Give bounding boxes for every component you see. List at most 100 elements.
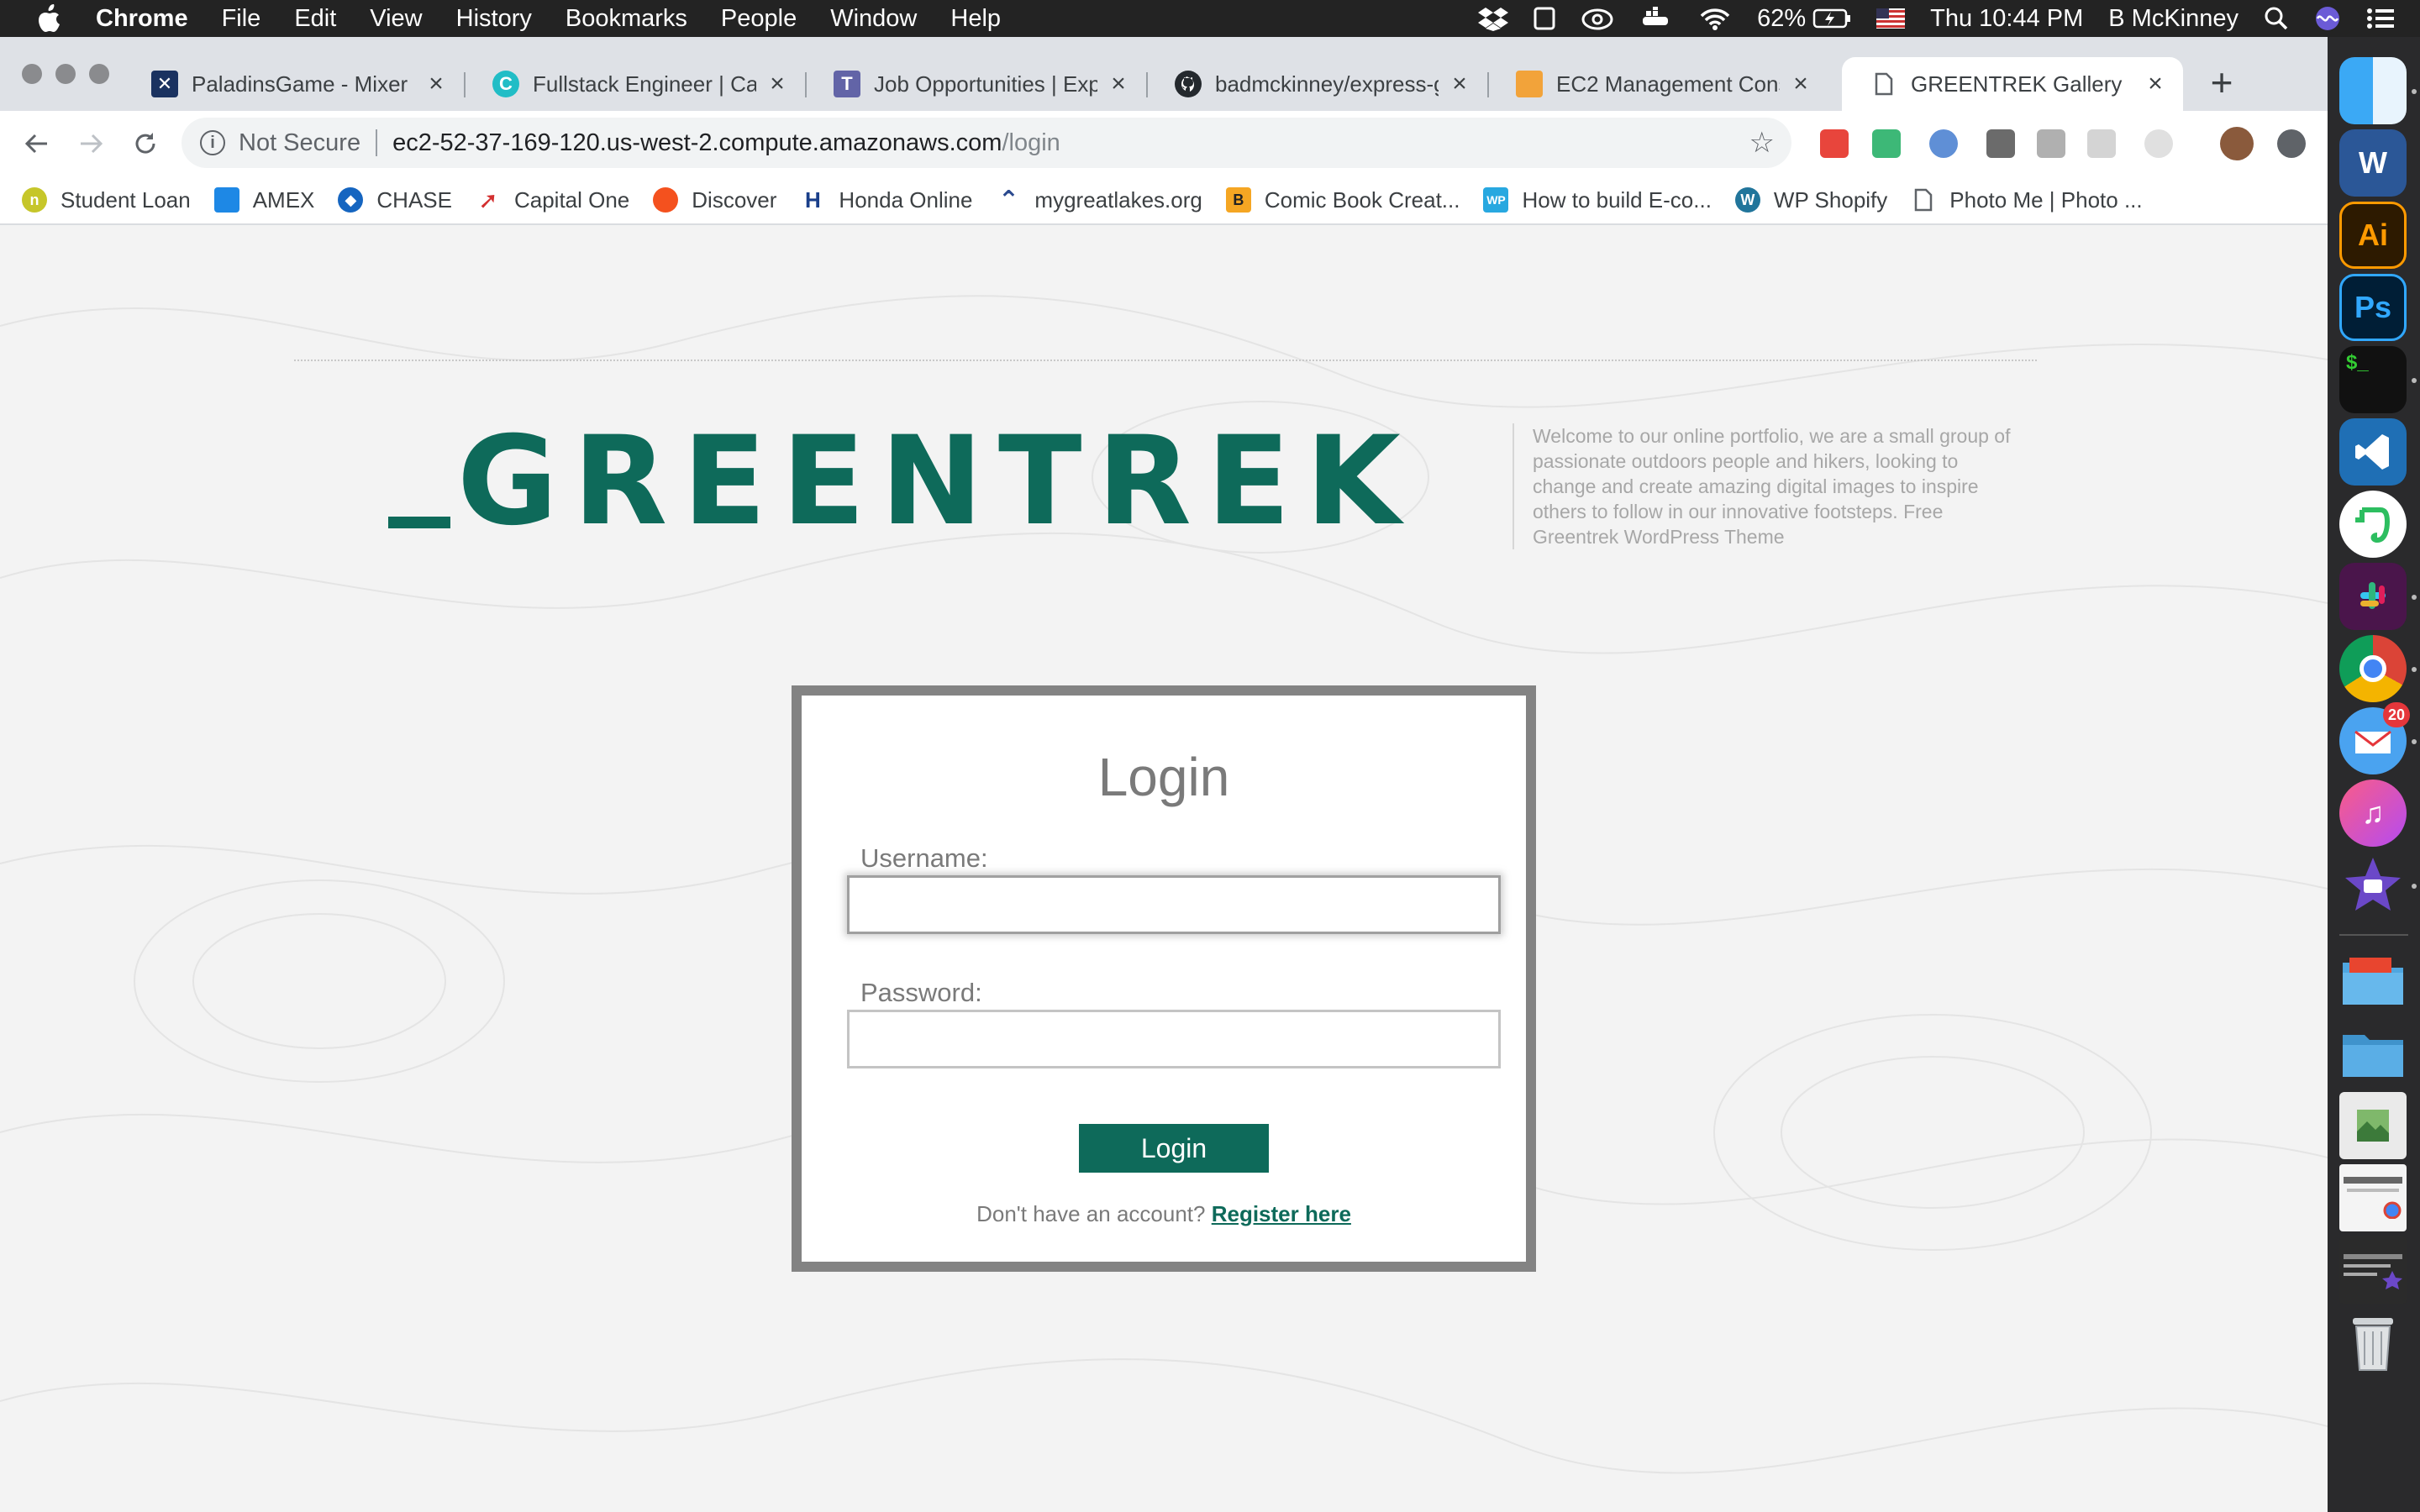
bookmark-discover[interactable]: Discover (653, 187, 776, 213)
tab-close-icon[interactable]: × (765, 70, 790, 97)
window-zoom-button[interactable] (89, 64, 109, 84)
tab-close-icon[interactable]: × (1447, 70, 1472, 97)
site-logo[interactable]: GREENTREK (388, 420, 1416, 543)
bookmark-wp-shopify[interactable]: W WP Shopify (1734, 186, 1888, 213)
vscode-icon[interactable] (2339, 418, 2407, 486)
tab-strip: ✕ PaladinsGame - Mixer × C Fullstack Eng… (0, 37, 2328, 111)
folder-icon[interactable] (2339, 1020, 2407, 1087)
dropbox-icon[interactable] (1478, 6, 1509, 31)
menu-app-name[interactable]: Chrome (96, 5, 188, 33)
extension-grid-icon[interactable] (2087, 129, 2116, 158)
window-close-button[interactable] (22, 64, 42, 84)
extension-grammarly-icon[interactable] (1872, 129, 1901, 158)
bookmark-capital-one[interactable]: ➚ Capital One (476, 187, 629, 213)
page-viewport[interactable]: GREENTREK Welcome to our online portfoli… (0, 225, 2328, 1512)
running-indicator (2412, 739, 2417, 744)
bookmark-photo-me[interactable]: Photo Me | Photo ... (1911, 187, 2143, 213)
running-indicator (2412, 667, 2417, 672)
comic-icon: B (1225, 187, 1251, 213)
chrome-window-icon[interactable] (2339, 1164, 2407, 1231)
imovie-icon[interactable] (2339, 852, 2407, 919)
bookmark-label: How to build E-co... (1522, 186, 1712, 213)
trash-icon[interactable] (2339, 1309, 2407, 1376)
display-icon[interactable] (1534, 7, 1555, 30)
clock[interactable]: Thu 10:44 PM (1930, 5, 2083, 33)
apple-menu-icon[interactable] (32, 2, 66, 35)
user-name[interactable]: B McKinney (2108, 5, 2238, 33)
preview-icon[interactable] (2339, 1092, 2407, 1159)
bookmark-mygreatlakes[interactable]: ⌃ mygreatlakes.org (996, 186, 1202, 214)
profile-avatar[interactable] (2220, 127, 2254, 160)
site-info-icon[interactable]: i (200, 130, 225, 155)
window-minimize-button[interactable] (55, 64, 76, 84)
battery-icon[interactable] (1812, 8, 1851, 29)
us-flag-icon[interactable] (1876, 8, 1906, 29)
airmail-icon[interactable]: 20 (2339, 702, 2410, 774)
tab-greentrek-gallery[interactable]: GREENTREK Gallery × (1842, 57, 2183, 111)
menu-history[interactable]: History (456, 5, 532, 33)
address-bar[interactable]: i Not Secure ec2-52-37-169-120.us-west-2… (182, 118, 1791, 168)
register-link[interactable]: Register here (1212, 1201, 1351, 1226)
terminal-icon[interactable]: $_ (2339, 346, 2407, 413)
tab-job-opportunities[interactable]: T Job Opportunities | Expl × (805, 57, 1146, 111)
extension-ublock-icon[interactable] (1929, 129, 1958, 158)
tab-title: EC2 Management Conso (1556, 71, 1780, 97)
illustrator-icon[interactable]: Ai (2339, 202, 2407, 269)
siri-icon[interactable] (2314, 5, 2341, 32)
spotlight-search-icon[interactable] (2264, 6, 2289, 31)
bookmark-honda-online[interactable]: H Honda Online (800, 187, 972, 213)
extension-circle-icon[interactable] (2144, 129, 2173, 158)
greatlakes-icon: ⌃ (997, 186, 1019, 214)
password-input[interactable] (847, 1010, 1501, 1068)
slack-icon[interactable] (2339, 563, 2407, 630)
menu-edit[interactable]: Edit (294, 5, 336, 33)
extension-reader-icon[interactable] (2037, 129, 2065, 158)
bookmark-star-icon[interactable]: ☆ (1749, 126, 1775, 160)
tab-close-icon[interactable]: × (424, 70, 449, 97)
tab-close-icon[interactable]: × (2143, 70, 2168, 97)
evernote-icon[interactable] (2339, 491, 2407, 558)
extension-adblock-icon[interactable] (1820, 129, 1849, 158)
folder-icon[interactable] (2339, 948, 2407, 1015)
docker-icon[interactable] (1639, 7, 1673, 30)
tab-title: Job Opportunities | Expl (874, 71, 1097, 97)
wifi-icon[interactable] (1698, 6, 1732, 31)
bookmark-chase[interactable]: ◆ CHASE (338, 187, 452, 213)
tab-ec2-console[interactable]: EC2 Management Conso × (1487, 57, 1828, 111)
not-secure-label[interactable]: Not Secure (239, 129, 360, 157)
menu-help[interactable]: Help (950, 5, 1001, 33)
imovie-window-icon[interactable] (2339, 1236, 2407, 1304)
notification-center-icon[interactable] (2366, 7, 2395, 30)
discover-icon (653, 187, 679, 213)
tab-close-icon[interactable]: × (1106, 70, 1131, 97)
tab-paladins-mixer[interactable]: ✕ PaladinsGame - Mixer × (123, 57, 464, 111)
tab-fullstack-engineer[interactable]: C Fullstack Engineer | Canv × (464, 57, 805, 111)
menu-bookmarks[interactable]: Bookmarks (566, 5, 687, 33)
login-button[interactable]: Login (1079, 1124, 1269, 1173)
bookmark-how-to-build-ecommerce[interactable]: WP How to build E-co... (1483, 186, 1712, 213)
extension-eyedropper-icon[interactable] (1986, 129, 2015, 158)
chrome-menu-icon[interactable] (2277, 129, 2306, 158)
bookmark-label: WP Shopify (1773, 186, 1888, 213)
menu-view[interactable]: View (370, 5, 422, 33)
reload-button[interactable] (126, 124, 165, 163)
back-button[interactable] (17, 124, 55, 163)
creative-cloud-icon[interactable] (1581, 7, 1614, 30)
chrome-icon[interactable] (2339, 635, 2407, 702)
bookmark-comic-book-creator[interactable]: B Comic Book Creat... (1225, 187, 1460, 213)
bookmark-student-loan[interactable]: n Student Loan (22, 187, 191, 213)
menu-file[interactable]: File (222, 5, 261, 33)
menu-people[interactable]: People (721, 5, 797, 33)
photoshop-icon[interactable]: Ps (2339, 274, 2407, 341)
username-input[interactable] (847, 875, 1501, 934)
bookmark-amex[interactable]: AMEX (213, 187, 314, 213)
word-icon[interactable]: W (2339, 129, 2407, 197)
menu-window[interactable]: Window (830, 5, 917, 33)
url-host: ec2-52-37-169-120.us-west-2.compute.amaz… (392, 129, 1002, 156)
finder-icon[interactable] (2339, 57, 2407, 124)
tab-close-icon[interactable]: × (1788, 70, 1813, 97)
forward-button[interactable] (72, 124, 111, 163)
itunes-icon[interactable]: ♫ (2339, 780, 2407, 847)
tab-github-express[interactable]: badmckinney/express-g × (1146, 57, 1487, 111)
new-tab-button[interactable]: + (2203, 60, 2240, 104)
